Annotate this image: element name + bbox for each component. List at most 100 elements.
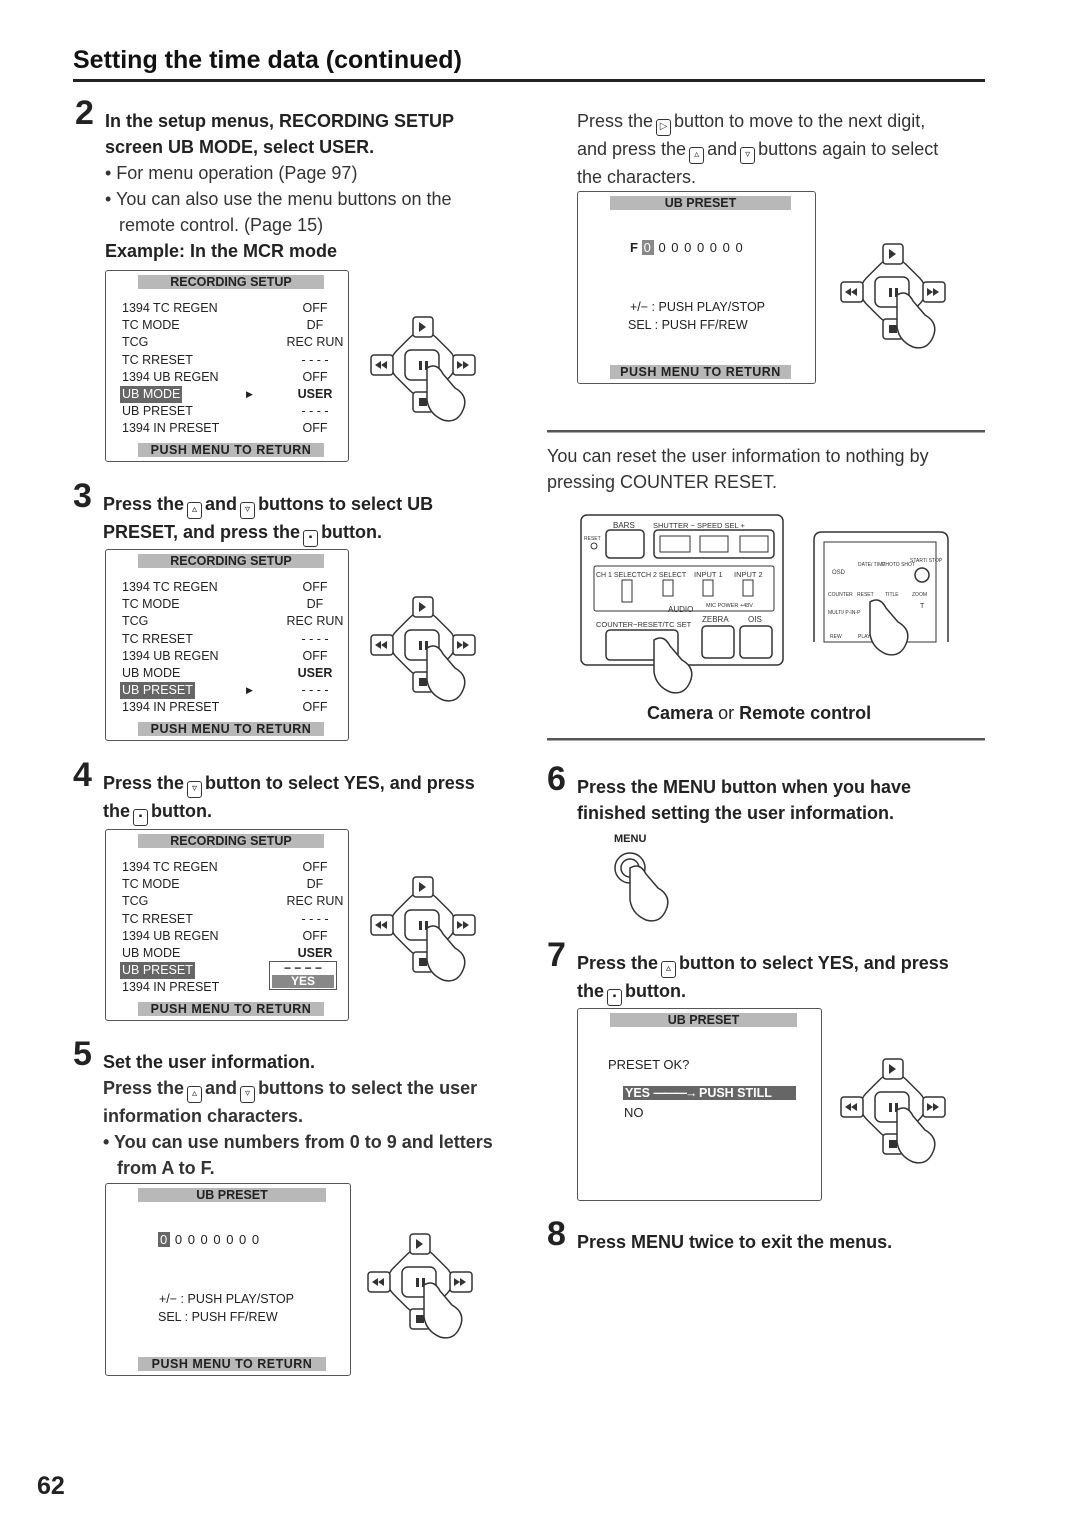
down-button-icon: ▿ [740, 147, 756, 164]
step-text: button to select YES, and press [679, 953, 949, 973]
recording-setup-menu: RECORDING SETUP 1394 TC REGEN OFF TC MOD… [105, 270, 349, 462]
digits: 0 0 0 0 0 0 0 0 [160, 1232, 261, 1247]
rew-label: REW [830, 634, 842, 640]
menu-row-label: 1394 TC REGEN [122, 580, 218, 594]
caption-or: or [718, 703, 735, 723]
menu-button-illustration [614, 852, 669, 922]
menu-row-value: OFF [302, 928, 328, 943]
down-button-icon: ▿ [240, 1086, 256, 1103]
ch1-label: CH 1 SELECT [596, 572, 642, 579]
mic-power-label: MIC POWER +48V [706, 603, 753, 609]
down-button-icon: ▿ [240, 502, 256, 519]
step-3: 3 Press the ▵ and ▿ buttons to select UB PRE… [73, 479, 523, 547]
stop-button-icon: ▪ [303, 530, 319, 547]
osd-label: OSD [832, 570, 846, 576]
menu-row-label: TC RRESET [122, 352, 193, 367]
control-pad-illustration [362, 1225, 482, 1350]
multi-label: MULTI/ P-IN-P [828, 610, 861, 616]
ch2-label: CH 2 SELECT [641, 572, 687, 579]
audio-label: AUDIO [668, 605, 693, 614]
menu-row: UB MODE USER [122, 945, 332, 962]
stop-button-icon: ▪ [133, 809, 148, 826]
menu-row: 1394 TC REGEN OFF [122, 300, 328, 317]
help-text: SEL : PUSH FF/REW [158, 1310, 278, 1324]
menu-row: 1394 UB REGEN OFF [122, 648, 328, 665]
step-text: Press the [103, 494, 185, 514]
digits: 0 0 0 0 0 0 0 [658, 240, 744, 255]
bullet-cont: remote control. (Page 15) [119, 215, 324, 235]
text: and [707, 139, 738, 159]
selection-arrow-icon: ▶ [246, 685, 253, 696]
menu-row-label: TC RRESET [122, 911, 193, 926]
title-label: TITLE [885, 592, 899, 598]
menu-row: 1394 UB REGEN OFF [122, 369, 328, 386]
text: and press the [577, 139, 687, 159]
menu-row-value: DF [306, 877, 324, 892]
menu-row: TCG REC RUN [122, 613, 343, 630]
yes-option: YES ———→ PUSH STILL [623, 1086, 796, 1100]
menu-footer: PUSH MENU TO RETURN [138, 1357, 326, 1371]
counter-label: COUNTER [828, 592, 853, 598]
step-text: Press the [103, 773, 185, 793]
option-yes: YES [272, 975, 334, 988]
step-text: information characters. [103, 1106, 304, 1126]
menu-row-label: TCG [122, 614, 149, 629]
step-text: Press the [103, 1078, 185, 1098]
menu-footer: PUSH MENU TO RETURN [138, 1002, 324, 1016]
menu-row: 1394 IN PRESET OFF [122, 420, 328, 437]
step-number: 5 [73, 1035, 92, 1073]
step-number: 4 [73, 756, 92, 794]
preset-ok-prompt: PRESET OK? [608, 1057, 690, 1072]
menu-row-label: 1394 TC REGEN [122, 860, 218, 874]
step-text: button. [625, 981, 686, 1001]
menu-title: RECORDING SETUP [138, 834, 324, 848]
example-heading: Example: In the MCR mode [105, 241, 338, 261]
text: the characters. [577, 167, 697, 187]
digit-prefix: F [630, 240, 639, 255]
menu-footer: PUSH MENU TO RETURN [138, 443, 324, 457]
remote-control-illustration: OSD DATE/ TIME PHOTO SHOT START/ STOP CO… [813, 531, 949, 656]
text: buttons again to select [758, 139, 939, 159]
step-number: 3 [73, 477, 92, 515]
menu-row-value: - - - - [301, 404, 329, 419]
step-text: finished setting the user information. [577, 803, 895, 823]
menu-row-label: 1394 UB REGEN [122, 369, 219, 384]
menu-row: TC MODE DF [122, 876, 328, 893]
menu-row-value: - - - - [301, 683, 329, 698]
menu-row-label: 1394 UB REGEN [122, 928, 219, 943]
menu-row-value: - - - - [301, 352, 329, 367]
down-button-icon: ▿ [187, 781, 203, 798]
control-pad-illustration [365, 308, 485, 433]
input2-label: INPUT 2 [734, 570, 763, 579]
menu-row: TC RRESET - - - - [122, 631, 329, 648]
step-text: the [103, 801, 130, 821]
menu-row-value: USER [297, 946, 333, 960]
menu-row-label: TC MODE [122, 318, 180, 333]
menu-row: 1394 IN PRESET OFF [122, 699, 328, 716]
step-text: and [205, 494, 238, 514]
menu-row-label: 1394 IN PRESET [122, 421, 220, 436]
menu-row: 1394 TC REGEN OFF [122, 859, 328, 876]
step-number: 2 [75, 94, 94, 132]
divider [547, 430, 985, 433]
play-label: PLAY [858, 634, 871, 640]
help-text: +/− : PUSH PLAY/STOP [159, 1292, 295, 1306]
menu-title: RECORDING SETUP [138, 275, 324, 289]
text: button to move to the next digit, [674, 111, 926, 131]
menu-button-label: MENU [614, 833, 647, 845]
stop-button-icon: ▪ [607, 989, 622, 1006]
menu-row: TC RRESET - - - - [122, 911, 329, 928]
menu-row-label: UB PRESET [122, 404, 193, 419]
menu-row: TC MODE DF [122, 596, 328, 613]
menu-row: UB MODE USER [122, 665, 332, 682]
menu-row-value: DF [306, 318, 324, 333]
step-number: 6 [547, 760, 566, 798]
help-text: SEL : PUSH FF/REW [628, 318, 748, 332]
menu-row-value: DF [306, 597, 324, 612]
menu-row-value: OFF [302, 648, 328, 663]
menu-row-label: 1394 IN PRESET [122, 700, 220, 715]
bullet: • You can also use the menu buttons on t… [105, 189, 452, 209]
menu-row: UB PRESET - - - - [122, 403, 329, 420]
camera-panel-illustration: BARS SHUTTER − SPEED SEL + RESET CH 1 SE… [580, 514, 784, 694]
caption-camera: Camera [647, 703, 714, 723]
